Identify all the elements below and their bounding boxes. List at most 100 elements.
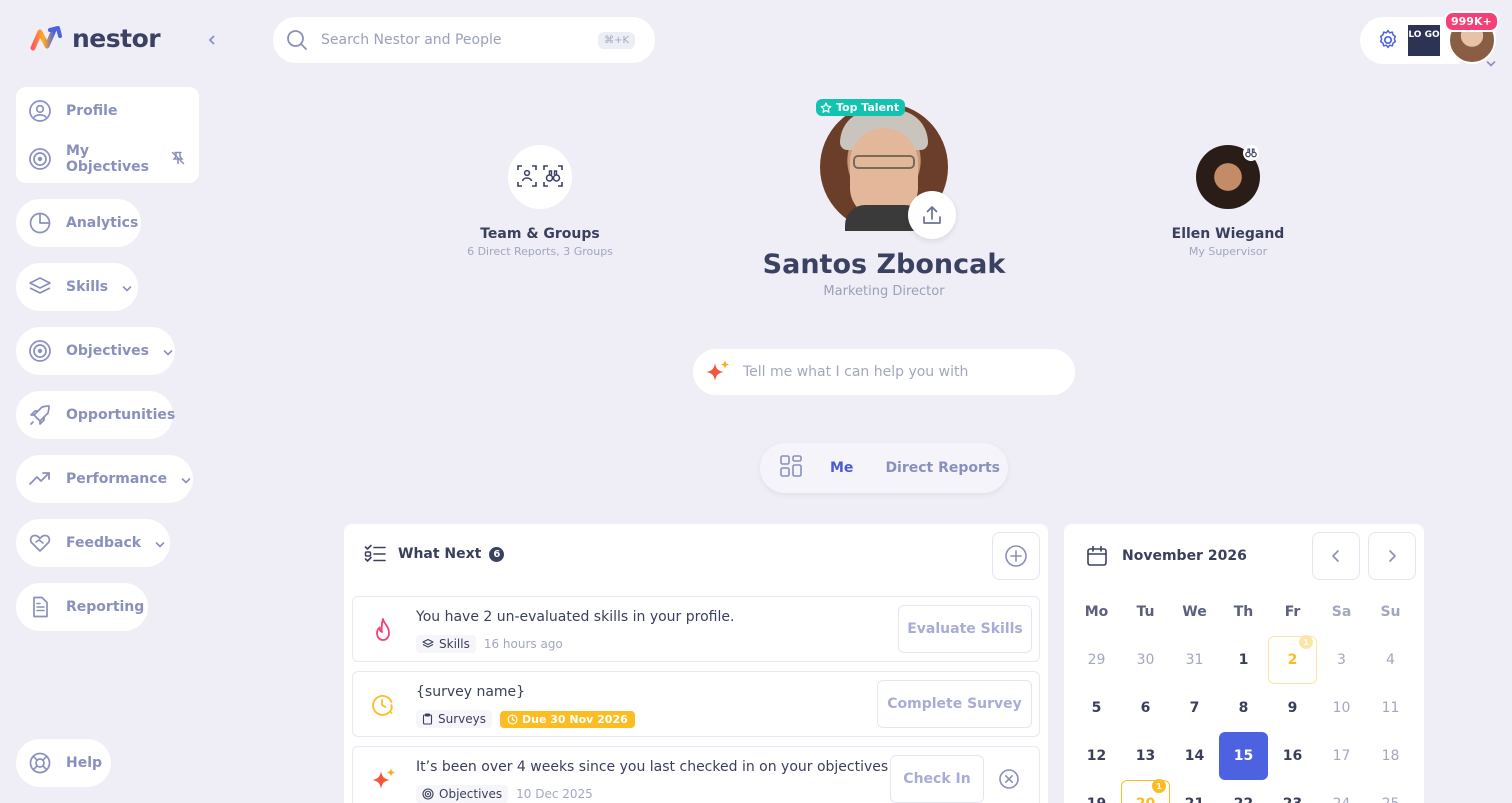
tab-direct-reports[interactable]: Direct Reports bbox=[885, 460, 1000, 476]
sidebar-item-opportunities[interactable]: Opportunities bbox=[16, 391, 176, 439]
calendar-day[interactable]: 7 bbox=[1170, 684, 1219, 732]
collapse-sidebar-button[interactable] bbox=[202, 30, 222, 50]
event-count-badge: 1 bbox=[1152, 779, 1166, 793]
add-task-button[interactable] bbox=[992, 532, 1040, 580]
sidebar-item-skills[interactable]: Skills bbox=[16, 263, 138, 311]
calendar-day[interactable]: 14 bbox=[1170, 732, 1219, 780]
weekday-label: Fr bbox=[1284, 604, 1301, 620]
calendar-day[interactable]: 3 bbox=[1317, 636, 1366, 684]
sidebar-profile-group: Profile My Objectives bbox=[16, 87, 199, 183]
search-input[interactable]: Search Nestor and People bbox=[321, 32, 598, 48]
calendar-day[interactable]: 30 bbox=[1121, 636, 1170, 684]
upload-photo-button[interactable] bbox=[908, 191, 956, 239]
team-groups-summary[interactable]: Team & Groups 6 Direct Reports, 3 Groups bbox=[440, 226, 640, 258]
due-date: Due 30 Nov 2026 bbox=[522, 712, 628, 726]
calendar-day[interactable]: 19 bbox=[1072, 780, 1121, 803]
calendar-day[interactable]: 13 bbox=[1121, 732, 1170, 780]
user-circle-icon bbox=[28, 99, 52, 123]
view-toggle: Me Direct Reports bbox=[760, 443, 1008, 493]
help-button[interactable]: Help bbox=[16, 739, 111, 787]
sidebar-item-profile[interactable]: Profile bbox=[16, 87, 199, 135]
sidebar-item-my-objectives[interactable]: My Objectives bbox=[16, 135, 199, 183]
calendar-day[interactable]: 18 bbox=[1366, 732, 1415, 780]
task-time: 16 hours ago bbox=[483, 637, 563, 651]
calendar-day[interactable]: 31 bbox=[1170, 636, 1219, 684]
lifebuoy-icon bbox=[28, 751, 52, 775]
task-title: {survey name} bbox=[416, 684, 526, 700]
chevron-left-icon bbox=[208, 35, 215, 45]
calendar-day[interactable]: 10 bbox=[1317, 684, 1366, 732]
weekday-label: Mo bbox=[1084, 604, 1109, 620]
brand-logo[interactable]: nestor bbox=[30, 24, 161, 53]
evaluate-skills-button[interactable]: Evaluate Skills bbox=[898, 605, 1032, 653]
layers-icon bbox=[28, 275, 52, 299]
calendar-day[interactable]: 4 bbox=[1366, 636, 1415, 684]
calendar-day-with-event[interactable]: 20 1 bbox=[1121, 779, 1170, 803]
sidebar-item-label: Opportunities bbox=[66, 407, 176, 423]
sidebar-item-label: Profile bbox=[66, 103, 118, 119]
event-count-badge: 1 bbox=[1299, 635, 1313, 649]
assistant-input[interactable]: Tell me what I can help you with bbox=[743, 364, 968, 380]
document-icon bbox=[28, 595, 52, 619]
sidebar-item-analytics[interactable]: Analytics bbox=[16, 199, 141, 247]
calendar-day-with-event[interactable]: 2 1 bbox=[1268, 635, 1317, 684]
calendar-day[interactable]: 21 bbox=[1170, 780, 1219, 803]
task-tag-label: Surveys bbox=[438, 712, 486, 726]
weekday-label: We bbox=[1182, 604, 1207, 620]
assistant-prompt[interactable]: Tell me what I can help you with bbox=[693, 349, 1075, 395]
chevron-down-icon bbox=[122, 278, 132, 297]
chevron-down-icon[interactable] bbox=[1486, 53, 1496, 72]
what-next-count: 6 bbox=[489, 546, 505, 562]
tab-me[interactable]: Me bbox=[830, 460, 853, 476]
calendar-day[interactable]: 9 bbox=[1268, 684, 1317, 732]
calendar-day[interactable]: 6 bbox=[1121, 684, 1170, 732]
calendar-next-button[interactable] bbox=[1368, 532, 1416, 580]
sidebar-item-performance[interactable]: Performance bbox=[16, 455, 193, 503]
dismiss-icon[interactable] bbox=[998, 768, 1020, 790]
calendar-day[interactable]: 8 bbox=[1219, 684, 1268, 732]
sparkle-icon bbox=[706, 360, 730, 381]
rocket-icon bbox=[28, 403, 52, 427]
calendar-card: November 2026 Mo Tu We Th Fr Sa Su 29 30… bbox=[1064, 524, 1424, 803]
calendar-day[interactable]: 25 bbox=[1366, 780, 1415, 803]
supervisor-summary[interactable]: Ellen Wiegand My Supervisor bbox=[1128, 226, 1328, 258]
sidebar-item-objectives[interactable]: Objectives bbox=[16, 327, 175, 375]
binoculars-icon bbox=[1243, 145, 1259, 161]
due-badge: Due 30 Nov 2026 bbox=[500, 710, 635, 728]
check-in-button[interactable]: Check In bbox=[890, 755, 984, 803]
calendar-day[interactable]: 29 bbox=[1072, 636, 1121, 684]
complete-survey-button[interactable]: Complete Survey bbox=[877, 680, 1032, 728]
calendar-day[interactable]: 24 bbox=[1317, 780, 1366, 803]
calendar-day[interactable]: 17 bbox=[1317, 732, 1366, 780]
chevron-left-icon bbox=[1332, 550, 1339, 562]
calendar-day[interactable]: 12 bbox=[1072, 732, 1121, 780]
calendar-day-today[interactable]: 15 bbox=[1219, 732, 1268, 780]
calendar-day[interactable]: 1 bbox=[1219, 636, 1268, 684]
team-groups-button[interactable] bbox=[508, 145, 572, 209]
sidebar-item-label: My Objectives bbox=[66, 143, 149, 175]
calendar-day[interactable]: 5 bbox=[1072, 684, 1121, 732]
grid-view-icon[interactable] bbox=[780, 455, 802, 481]
calendar-icon bbox=[1087, 545, 1107, 566]
team-groups-title: Team & Groups bbox=[480, 226, 600, 242]
calendar-day[interactable]: 22 bbox=[1219, 780, 1268, 803]
calendar-day[interactable]: 23 bbox=[1268, 780, 1317, 803]
plus-circle-icon bbox=[1005, 545, 1027, 567]
sidebar-item-label: Performance bbox=[66, 471, 168, 487]
calendar-day[interactable]: 11 bbox=[1366, 684, 1415, 732]
calendar-day[interactable]: 16 bbox=[1268, 732, 1317, 780]
chevron-down-icon bbox=[155, 534, 165, 553]
profile-photo-glasses bbox=[853, 155, 915, 169]
nestor-logo-icon bbox=[30, 25, 62, 50]
calendar-prev-button[interactable] bbox=[1312, 532, 1360, 580]
sidebar-item-feedback[interactable]: Feedback bbox=[16, 519, 170, 567]
sidebar-item-label: Reporting bbox=[66, 599, 145, 615]
chevron-down-icon bbox=[181, 470, 191, 489]
supervisor-name: Ellen Wiegand bbox=[1171, 226, 1285, 242]
task-tag-label: Objectives bbox=[439, 787, 503, 801]
sidebar-item-reporting[interactable]: Reporting bbox=[16, 583, 148, 631]
global-search[interactable]: Search Nestor and People ⌘+K bbox=[273, 17, 655, 63]
unpin-icon[interactable] bbox=[171, 150, 185, 169]
settings-button[interactable] bbox=[1376, 28, 1400, 56]
task-time: 10 Dec 2025 bbox=[516, 787, 593, 801]
